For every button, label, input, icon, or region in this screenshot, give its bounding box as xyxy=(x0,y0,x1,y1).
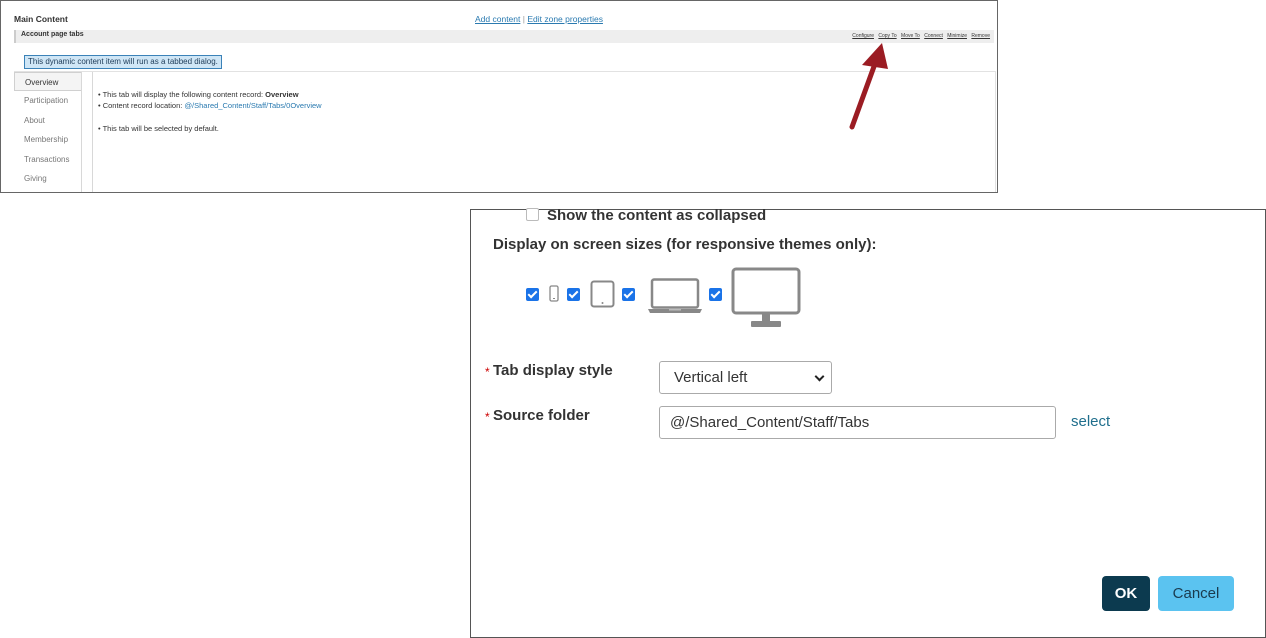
connect-link[interactable]: Connect xyxy=(924,33,943,39)
ok-button[interactable]: OK xyxy=(1102,576,1150,611)
add-content-link[interactable]: Add content xyxy=(475,14,520,24)
content-record-name: Overview xyxy=(265,90,299,99)
configure-dialog: Show the content as collapsed Display on… xyxy=(470,206,1266,638)
tab-overview[interactable]: Overview xyxy=(14,72,81,92)
source-folder-input[interactable]: @/Shared_Content/Staff/Tabs xyxy=(659,406,1056,439)
edit-zone-properties-link[interactable]: Edit zone properties xyxy=(527,14,603,24)
content-location-text: • Content record location: xyxy=(98,101,183,110)
required-marker: * xyxy=(485,365,490,379)
select-folder-link[interactable]: select xyxy=(1071,413,1110,430)
laptop-icon xyxy=(648,278,702,313)
copy-to-link[interactable]: Copy To xyxy=(878,33,896,39)
vertical-tab-list: Overview Participation About Membership … xyxy=(14,72,82,192)
remove-link[interactable]: Remove xyxy=(971,33,990,39)
content-item-actions: Configure Copy To Move To Connect Minimi… xyxy=(849,33,990,39)
desktop-checkbox[interactable] xyxy=(709,288,722,301)
content-record-text: • This tab will display the following co… xyxy=(98,90,264,99)
tabbed-dialog-info: This dynamic content item will run as a … xyxy=(24,55,222,69)
collapsed-checkbox[interactable] xyxy=(526,207,539,221)
tab-display-style-select[interactable]: Vertical left xyxy=(659,361,832,394)
content-item-title: Account page tabs xyxy=(21,31,84,38)
collapsed-label: Show the content as collapsed xyxy=(547,206,767,224)
tab-participation[interactable]: Participation xyxy=(14,91,81,110)
laptop-checkbox[interactable] xyxy=(622,288,635,301)
tab-about[interactable]: About xyxy=(14,111,81,130)
move-to-link[interactable]: Move To xyxy=(901,33,920,39)
tablet-icon xyxy=(590,280,615,308)
phone-icon xyxy=(549,285,559,302)
collapsed-option: Show the content as collapsed xyxy=(526,206,767,224)
tab-giving[interactable]: Giving xyxy=(14,169,81,188)
tablet-checkbox[interactable] xyxy=(567,288,580,301)
zone-links: Add content | Edit zone properties xyxy=(475,14,603,24)
source-folder-label: Source folder xyxy=(493,407,590,424)
red-arrow-icon xyxy=(849,43,888,130)
minimize-link[interactable]: Minimize xyxy=(947,33,967,39)
phone-checkbox[interactable] xyxy=(526,288,539,301)
configure-link[interactable]: Configure xyxy=(852,33,874,39)
desktop-icon xyxy=(731,267,801,327)
chevron-down-icon xyxy=(814,371,825,382)
tab-membership[interactable]: Membership xyxy=(14,130,81,149)
tab-display-style-label: Tab display style xyxy=(493,362,613,379)
required-marker: * xyxy=(485,410,490,424)
screen-sizes-heading: Display on screen sizes (for responsive … xyxy=(493,236,877,253)
zone-title: Main Content xyxy=(14,14,68,24)
content-location-path: @/Shared_Content/Staff/Tabs/0Overview xyxy=(184,101,322,110)
link-separator: | xyxy=(522,14,525,24)
tab-display-style-value: Vertical left xyxy=(674,369,748,386)
tab-transactions[interactable]: Transactions xyxy=(14,150,81,169)
cancel-button[interactable]: Cancel xyxy=(1158,576,1234,611)
page-editor-panel: Main Content Add content | Edit zone pro… xyxy=(0,0,998,193)
